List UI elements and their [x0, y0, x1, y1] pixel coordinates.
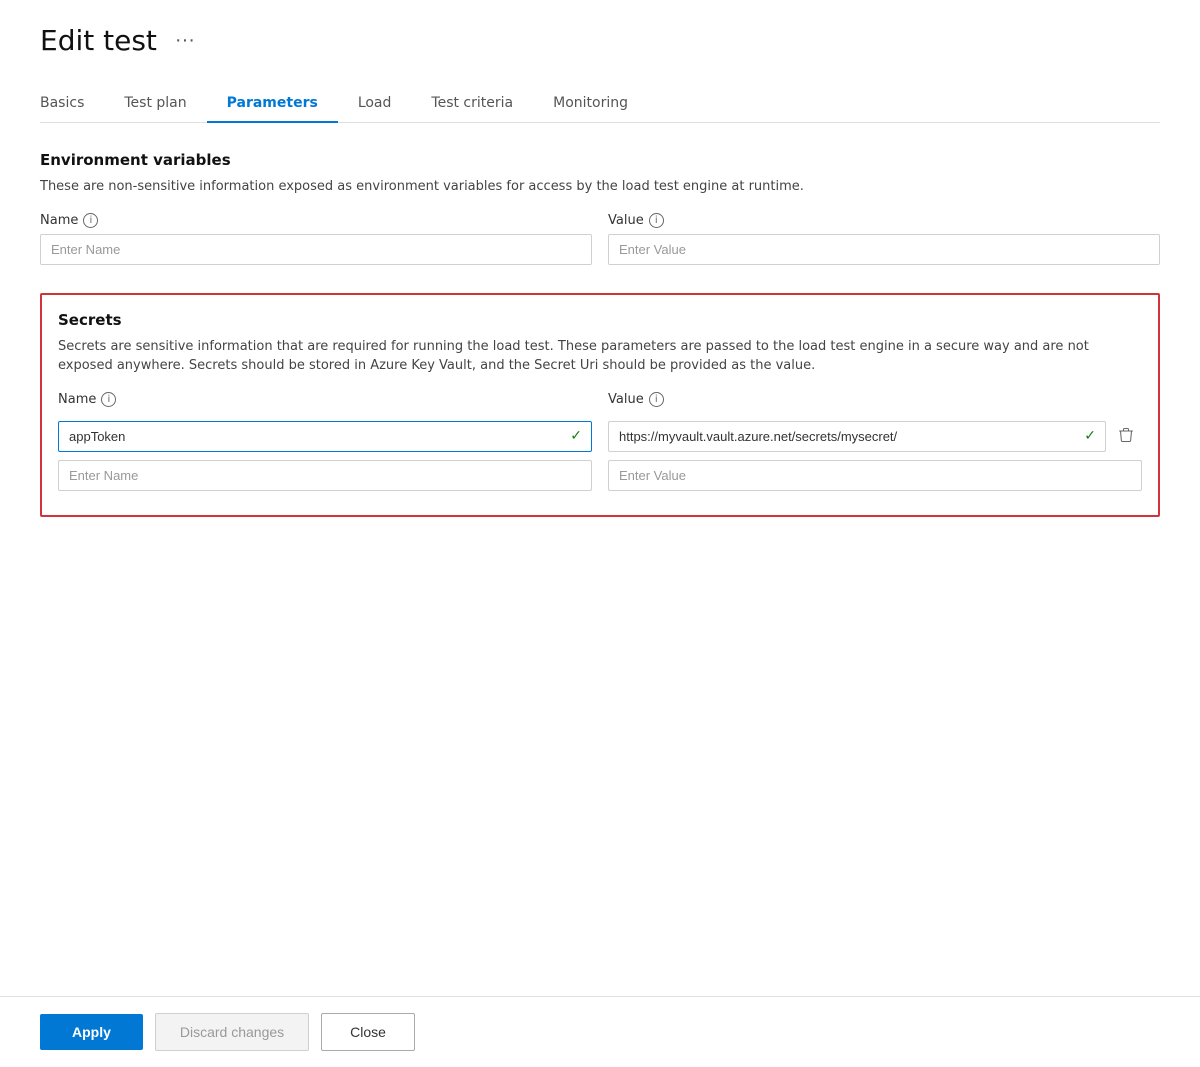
secrets-name-empty-group — [58, 460, 592, 491]
tab-load[interactable]: Load — [338, 85, 412, 123]
secrets-name-input-wrapper-0: ✓ — [58, 421, 592, 452]
secrets-name-label: Name i — [58, 392, 592, 407]
tab-basics[interactable]: Basics — [40, 85, 104, 123]
secrets-description: Secrets are sensitive information that a… — [58, 337, 1142, 376]
tab-test-criteria[interactable]: Test criteria — [411, 85, 533, 123]
env-value-input[interactable] — [608, 234, 1160, 265]
secrets-name-check-icon-0: ✓ — [570, 428, 582, 444]
env-variables-fields: Name i Value i — [40, 213, 1160, 265]
close-button[interactable]: Close — [321, 1013, 415, 1051]
secrets-row-empty — [58, 460, 1142, 491]
env-variables-section: Environment variables These are non-sens… — [40, 151, 1160, 265]
secrets-title: Secrets — [58, 311, 1142, 329]
secrets-value-label-group: Value i — [608, 392, 1142, 413]
secrets-value-input-0[interactable] — [608, 421, 1106, 452]
tab-parameters[interactable]: Parameters — [207, 85, 338, 123]
secrets-value-check-icon-0: ✓ — [1084, 428, 1096, 444]
secrets-value-field-wrapper-0: ✓ — [608, 421, 1142, 452]
tab-test-plan[interactable]: Test plan — [104, 85, 206, 123]
secrets-name-input-0[interactable] — [58, 421, 592, 452]
secrets-label-row: Name i Value i — [58, 392, 1142, 413]
env-variables-title: Environment variables — [40, 151, 1160, 169]
env-variables-description: These are non-sensitive information expo… — [40, 177, 1160, 197]
secrets-name-field-0: ✓ — [58, 421, 592, 452]
secrets-name-empty-input[interactable] — [58, 460, 592, 491]
secrets-value-empty-wrapper — [608, 460, 1142, 491]
page-title: Edit test — [40, 24, 157, 57]
secrets-value-empty-group — [608, 460, 1142, 491]
discard-button[interactable]: Discard changes — [155, 1013, 309, 1051]
secrets-value-label: Value i — [608, 392, 664, 407]
secrets-section: Secrets Secrets are sensitive informatio… — [40, 293, 1160, 517]
env-name-group: Name i — [40, 213, 592, 265]
secrets-name-label-group: Name i — [58, 392, 592, 413]
secrets-value-field-0: ✓ — [608, 421, 1106, 452]
env-name-label: Name i — [40, 213, 592, 228]
secrets-value-info-icon: i — [649, 392, 664, 407]
bottom-bar: Apply Discard changes Close — [0, 996, 1200, 1067]
secrets-value-empty-input[interactable] — [608, 460, 1142, 491]
tab-monitoring[interactable]: Monitoring — [533, 85, 648, 123]
ellipsis-button[interactable]: ··· — [169, 27, 201, 54]
env-name-input[interactable] — [40, 234, 592, 265]
secrets-value-input-wrapper-0: ✓ — [608, 421, 1106, 452]
env-value-group: Value i — [608, 213, 1160, 265]
env-name-info-icon: i — [83, 213, 98, 228]
trash-icon — [1118, 428, 1134, 444]
secrets-row-0: ✓ ✓ — [58, 421, 1142, 452]
tab-bar: Basics Test plan Parameters Load Test cr… — [40, 85, 1160, 123]
secrets-name-info-icon: i — [101, 392, 116, 407]
secrets-delete-button-0[interactable] — [1110, 422, 1142, 450]
env-value-info-icon: i — [649, 213, 664, 228]
apply-button[interactable]: Apply — [40, 1014, 143, 1050]
env-value-label: Value i — [608, 213, 1160, 228]
